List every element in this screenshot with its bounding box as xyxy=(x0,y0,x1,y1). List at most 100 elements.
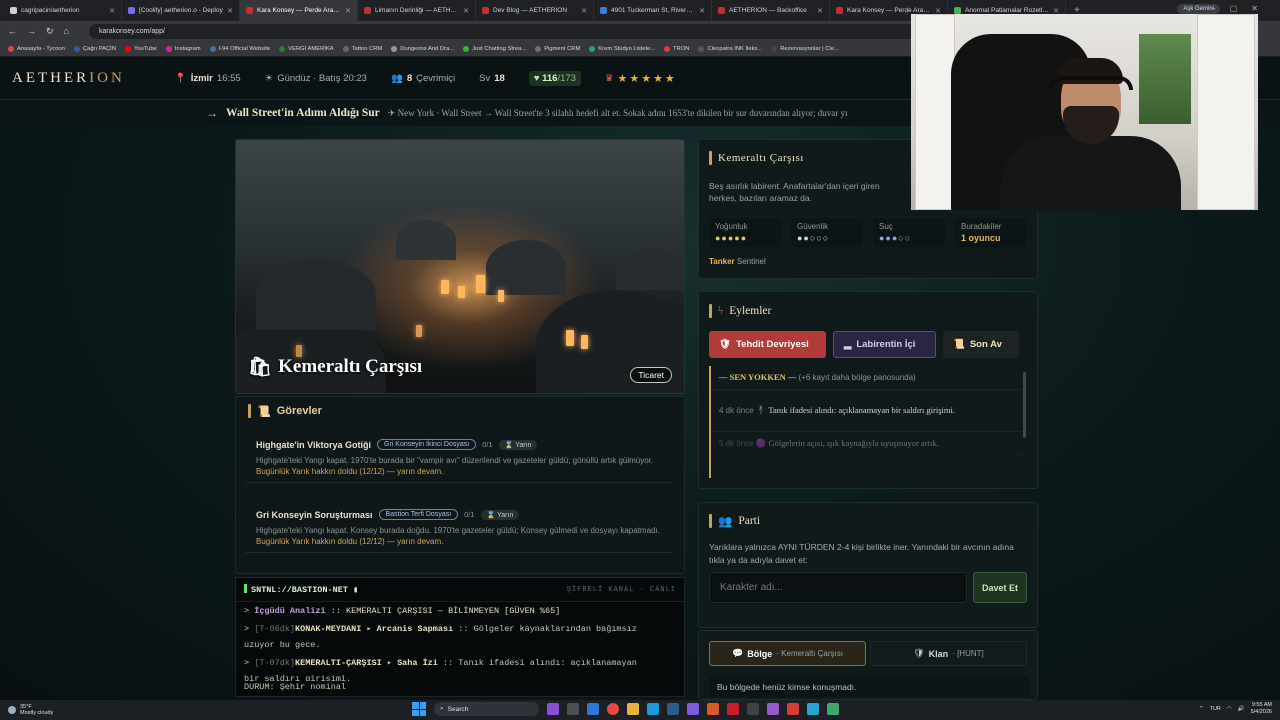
browser-tab[interactable]: Limanın Derinliği — AETHERION✕ xyxy=(358,0,476,21)
level-label: Sv xyxy=(479,72,491,84)
character-name-input[interactable]: Karakter adı... xyxy=(709,572,967,603)
cloud-icon xyxy=(8,706,16,714)
labyrinth-button[interactable]: ▂ Labirentin İçi xyxy=(833,331,936,358)
bookmark-item[interactable]: Rezervasyonlar | Cle... xyxy=(771,45,839,52)
tab-clan[interactable]: 🛡 Klan · [HUNT] xyxy=(870,641,1027,666)
patrol-button[interactable]: 🛡 Tehdit Devriyesi xyxy=(709,331,826,358)
terminal-icon[interactable] xyxy=(747,703,759,715)
discord-icon[interactable] xyxy=(687,703,699,715)
hp-max: /173 xyxy=(557,72,576,84)
bookmark-item[interactable]: Cleopatra INK Ileks... xyxy=(698,45,763,52)
bookmark-item[interactable]: Tattoo CRM xyxy=(342,45,382,52)
browser-tab[interactable]: [Coolify] aetherion.o - Deploy ✕ xyxy=(122,0,240,21)
quest-count: 0/1 xyxy=(464,510,475,519)
terminal-title-text: SNTNL://BASTION-NET xyxy=(251,585,348,595)
online-chip[interactable]: 👥 8 Çevrimiçi xyxy=(391,73,455,84)
heading-accent xyxy=(709,304,712,318)
taskbar-search[interactable]: ⌕ Search xyxy=(434,702,539,716)
app-logo[interactable]: AETHERION xyxy=(12,70,125,87)
bookmark-item[interactable]: VERGİ AMERİKA xyxy=(279,45,334,52)
window-controls[interactable]: –▢✕ xyxy=(1211,4,1272,13)
language-indicator[interactable]: TUR xyxy=(1210,706,1221,712)
close-icon[interactable]: ✕ xyxy=(345,7,351,15)
browser-tab[interactable]: 4901 Tuckerman St, Riverdale ✕ xyxy=(594,0,712,21)
role-name: Tanker xyxy=(709,257,735,266)
close-icon[interactable]: ✕ xyxy=(109,7,115,15)
tab-region[interactable]: 💬 Bölge · Kemeraltı Çarşısı xyxy=(709,641,866,666)
quest-item[interactable]: Gri Konseyin Soruşturması Bastion Terfi … xyxy=(246,505,672,553)
bookmark-label: Cleopatra INK Ileks... xyxy=(707,45,763,52)
steam-icon[interactable] xyxy=(667,703,679,715)
feed-text: Tanık ifadesi alındı: açıklanamayan bir … xyxy=(768,405,955,415)
bookmark-icon xyxy=(664,45,671,52)
last-hunt-button[interactable]: 📜 Son Av xyxy=(943,331,1019,358)
chevron-up-icon[interactable]: ⌃ xyxy=(1199,706,1204,712)
users-icon: 👥 xyxy=(390,72,403,84)
shield-icon: 🛡 xyxy=(719,339,732,350)
app-icon[interactable] xyxy=(807,703,819,715)
terminal-header: SNTNL://BASTION-NET ▮ ŞİFRELİ KANAL · CA… xyxy=(236,578,684,602)
quest-item[interactable]: Highgate'in Viktorya Gotiği Gri Konseyin… xyxy=(246,435,672,483)
close-icon[interactable]: ✕ xyxy=(463,7,469,15)
skype-icon[interactable] xyxy=(647,703,659,715)
feed-header: — SEN YOKKEN — (+6 kayıt daha bölge pano… xyxy=(711,366,1025,390)
close-icon[interactable]: ✕ xyxy=(699,7,705,15)
browser-tab[interactable]: cagripacin/aetherion ✕ xyxy=(4,0,122,21)
actions-heading-text: Eylemler xyxy=(729,305,772,317)
windows-start-icon[interactable] xyxy=(412,702,426,716)
tab-favicon xyxy=(10,7,17,14)
app-icon[interactable] xyxy=(787,703,799,715)
logo-text-b: ION xyxy=(89,69,125,86)
url-input[interactable]: karakonsey.com/app/ xyxy=(88,23,949,39)
actions-heading: ϟ Eylemler xyxy=(709,304,771,318)
bookmark-item[interactable]: Instagram xyxy=(165,45,201,52)
sun-icon: ☀ xyxy=(264,72,274,84)
bookmark-item[interactable]: Çağrı PAÇİN xyxy=(73,45,116,52)
stat-present[interactable]: Buradakiler 1 oyuncu xyxy=(955,218,1027,247)
weather-widget[interactable]: 35°F Mostly cloudy xyxy=(8,704,53,716)
browser-tab[interactable]: Kara Konsey — Perde Aralanıyo ✕ xyxy=(240,0,358,21)
feed-scrollbar[interactable] xyxy=(1023,372,1026,438)
invite-button[interactable]: Davet Et xyxy=(973,572,1027,603)
terminal-time: [T-06dk] xyxy=(254,624,296,634)
weather-text: Mostly cloudy xyxy=(20,710,54,716)
bookmark-item[interactable]: Pigment CRM xyxy=(535,45,580,52)
hero-category-badge: Ticaret xyxy=(630,367,672,383)
activity-feed[interactable]: — SEN YOKKEN — (+6 kayıt daha bölge pano… xyxy=(709,366,1025,478)
app-icon[interactable] xyxy=(767,703,779,715)
chat-empty-message: Bu bölgede henüz kimse konuşmadı. xyxy=(709,677,1029,697)
app-icon[interactable] xyxy=(727,703,739,715)
scroll-icon: 📜 xyxy=(953,339,965,350)
wifi-icon[interactable]: ◠ xyxy=(1227,706,1232,712)
close-icon[interactable]: ✕ xyxy=(817,7,823,15)
close-icon[interactable]: ✕ xyxy=(581,7,587,15)
chrome-icon[interactable] xyxy=(607,703,619,715)
volume-icon[interactable]: 🔊 xyxy=(1238,706,1245,712)
forward-icon[interactable]: → xyxy=(27,26,36,36)
task-view-icon[interactable] xyxy=(567,703,579,715)
webcam-window xyxy=(1139,34,1191,124)
reload-icon[interactable]: ↻ xyxy=(46,26,54,37)
folder-icon[interactable] xyxy=(627,703,639,715)
bookmark-icon xyxy=(771,45,778,52)
browser-tab[interactable]: Dev Blog — AETHERION ✕ xyxy=(476,0,594,21)
tab-favicon xyxy=(954,7,961,14)
chat-tabs: 💬 Bölge · Kemeraltı Çarşısı 🛡 Klan · [HUNT] xyxy=(709,641,1027,666)
bookmark-item[interactable]: I-94 Official Website xyxy=(209,45,270,52)
clock[interactable]: 9:55 AM 5/4/2026 xyxy=(1251,702,1272,716)
bookmark-item[interactable]: Dungeons And Dra... xyxy=(391,45,454,52)
edge-icon[interactable] xyxy=(587,703,599,715)
app-icon[interactable] xyxy=(707,703,719,715)
close-icon[interactable]: ✕ xyxy=(227,7,233,15)
home-icon[interactable]: ⌂ xyxy=(64,26,69,36)
bookmark-item[interactable]: Anasayfa - Tycoon xyxy=(8,45,65,52)
bookmark-item[interactable]: YouTube xyxy=(124,45,157,52)
app-icon[interactable] xyxy=(547,703,559,715)
headphones-icon xyxy=(1049,76,1133,90)
app-icon[interactable] xyxy=(827,703,839,715)
back-icon[interactable]: ← xyxy=(8,26,17,36)
bookmark-item[interactable]: TRON xyxy=(664,45,689,52)
browser-tab[interactable]: AETHERION — Backoffice ✕ xyxy=(712,0,830,21)
bookmark-item[interactable]: Just Chatting Strea... xyxy=(463,45,526,52)
bookmark-item[interactable]: Krem Stüdyo Listele... xyxy=(589,45,655,52)
